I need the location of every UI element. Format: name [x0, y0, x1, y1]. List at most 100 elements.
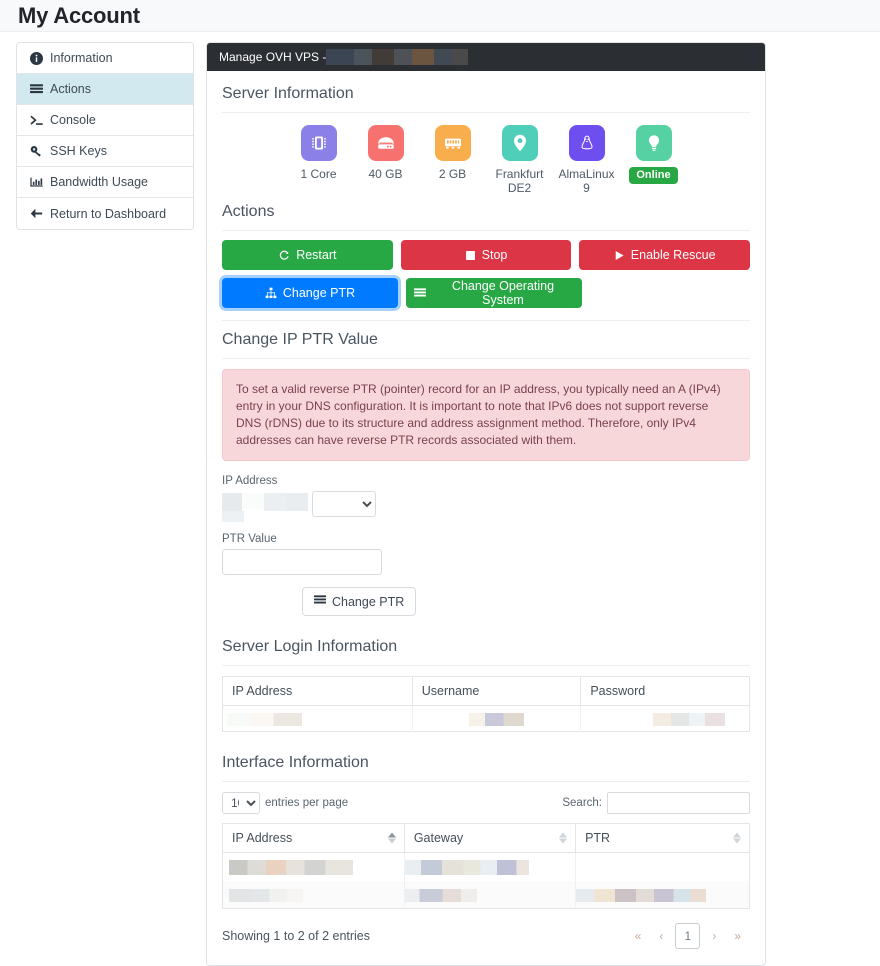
spec-status: Online	[620, 125, 687, 195]
search-input[interactable]	[607, 792, 750, 814]
linux-icon	[568, 125, 605, 161]
stop-button[interactable]: Stop	[400, 240, 572, 270]
redacted-value	[576, 888, 707, 902]
button-label: Change Operating System	[451, 279, 555, 307]
divider	[222, 358, 750, 359]
cell-password	[581, 706, 750, 732]
column-header-ptr[interactable]: PTR	[575, 823, 750, 853]
datatable-footer: Showing 1 to 2 of 2 entries « ‹ 1 › »	[222, 923, 750, 949]
sidebar-item-label: Information	[50, 51, 113, 65]
chart-bar-icon	[29, 175, 43, 189]
spec-location: Frankfurt DE2	[486, 125, 553, 195]
sidebar-item-label: SSH Keys	[50, 144, 107, 158]
ip-address-label: IP Address	[222, 475, 278, 487]
ip-version-select[interactable]	[312, 491, 376, 517]
search-label: Search:	[562, 797, 602, 809]
server-specs-row: 1 Core 40 GB 2 GB Frankfurt DE2 AlmaLinu…	[222, 125, 750, 195]
cell-ptr	[576, 853, 750, 881]
datatable-controls: 10 entries per page Search:	[222, 792, 750, 814]
ptr-value-input[interactable]	[222, 549, 382, 575]
page-body: Information Actions Console SSH Keys Ban…	[0, 32, 880, 966]
lightbulb-icon	[635, 125, 672, 161]
sidebar-item-ssh-keys[interactable]: SSH Keys	[17, 136, 193, 167]
status-badge: Online	[629, 167, 678, 184]
table-row	[222, 880, 750, 909]
sidebar-item-bandwidth-usage[interactable]: Bandwidth Usage	[17, 167, 193, 198]
entries-per-page-control: 10 entries per page	[222, 792, 348, 814]
sidebar-item-label: Return to Dashboard	[50, 206, 167, 221]
sidebar-item-console[interactable]: Console	[17, 105, 193, 136]
pagination-prev[interactable]: ‹	[650, 924, 672, 948]
sitemap-icon	[265, 287, 277, 299]
interface-thead: IP Address Gateway PTR	[222, 823, 750, 853]
panel-title-redaction	[326, 49, 469, 65]
change-ptr-action-button[interactable]: Change PTR	[222, 278, 398, 308]
play-icon	[614, 250, 625, 261]
server-login-heading: Server Login Information	[222, 638, 398, 655]
restart-button[interactable]: Restart	[222, 240, 393, 270]
table-row	[222, 852, 750, 881]
column-label: IP Address	[232, 831, 293, 845]
cell-gateway	[404, 852, 577, 881]
sidebar-item-information[interactable]: Information	[17, 43, 193, 74]
sidebar-item-label: Console	[50, 113, 96, 127]
divider	[222, 320, 750, 321]
interface-information-heading: Interface Information	[222, 754, 369, 771]
ptr-warning-alert: To set a valid reverse PTR (pointer) rec…	[222, 369, 750, 461]
column-header-ip-address[interactable]: IP Address	[222, 823, 405, 853]
app-header: My Account	[0, 0, 880, 32]
entries-per-page-select[interactable]: 10	[222, 792, 260, 814]
column-header-gateway[interactable]: Gateway	[404, 823, 577, 853]
cell-ptr	[575, 880, 750, 909]
column-header-username: Username	[412, 676, 582, 706]
pagination-last[interactable]: »	[725, 924, 750, 948]
change-ptr-heading: Change IP PTR Value	[222, 331, 378, 348]
interface-information-table: IP Address Gateway PTR	[222, 823, 750, 909]
ptr-submit-row: Change PTR	[222, 587, 750, 616]
cpu-icon	[300, 125, 337, 161]
panel-body: Server Information 1 Core 40 GB 2 GB Fra…	[207, 71, 765, 965]
divider	[222, 112, 750, 113]
server-login-table: IP Address Username Password	[222, 676, 750, 732]
spec-label: 40 GB	[368, 167, 403, 181]
spec-label: Frankfurt DE2	[495, 167, 544, 195]
change-ptr-submit-button[interactable]: Change PTR	[302, 587, 417, 616]
refresh-icon	[278, 249, 290, 261]
sidebar-item-actions[interactable]: Actions	[17, 74, 193, 105]
pagination-first[interactable]: «	[626, 924, 651, 948]
pagination-next[interactable]: ›	[703, 924, 725, 948]
key-icon	[29, 144, 43, 158]
table-row	[222, 705, 750, 732]
pagination: « ‹ 1 › »	[626, 923, 750, 949]
cell-gateway	[404, 880, 577, 909]
ip-address-value-redacted	[222, 491, 312, 522]
spec-label: AlmaLinux 9	[558, 167, 615, 195]
cell-ip-address	[222, 880, 405, 909]
spec-cpu: 1 Core	[285, 125, 352, 195]
panel-header: Manage OVH VPS -	[207, 43, 765, 71]
change-os-button[interactable]: Change Operating System	[406, 278, 582, 308]
arrow-left-icon	[29, 207, 43, 221]
showing-entries-text: Showing 1 to 2 of 2 entries	[222, 929, 371, 943]
button-label: Change PTR	[332, 594, 405, 609]
sidebar-list: Information Actions Console SSH Keys Ban…	[16, 42, 194, 230]
sidebar: Information Actions Console SSH Keys Ban…	[16, 42, 194, 966]
server-information-heading: Server Information	[222, 85, 354, 102]
server-login-thead: IP Address Username Password	[222, 676, 750, 706]
button-row-spacer	[590, 278, 750, 308]
spec-label: 1 Core	[300, 167, 337, 181]
map-pin-icon	[501, 125, 538, 161]
sidebar-item-return-to-dashboard[interactable]: Return to Dashboard	[17, 198, 193, 229]
sort-none-icon	[559, 832, 568, 844]
redacted-value	[229, 859, 353, 875]
enable-rescue-button[interactable]: Enable Rescue	[579, 240, 751, 270]
actions-heading: Actions	[222, 203, 275, 220]
redacted-value	[227, 713, 302, 727]
search-control: Search:	[562, 792, 750, 814]
memory-icon	[434, 125, 471, 161]
sidebar-item-label: Actions	[50, 82, 91, 96]
sort-none-icon	[733, 832, 741, 844]
column-label: PTR	[585, 831, 611, 845]
pagination-page-1[interactable]: 1	[675, 923, 701, 949]
list-icon	[29, 82, 43, 96]
